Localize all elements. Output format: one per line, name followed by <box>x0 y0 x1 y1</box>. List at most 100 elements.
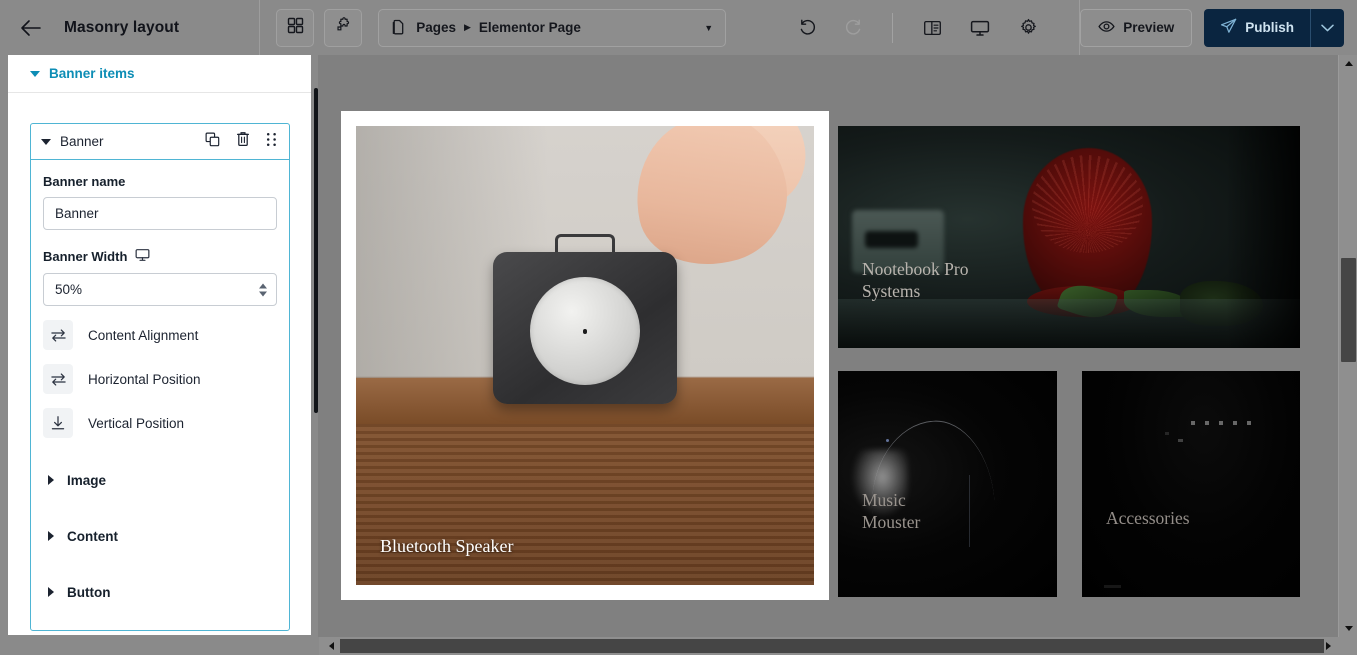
back-arrow-icon[interactable] <box>16 13 46 43</box>
breadcrumb-separator-icon: ▶ <box>463 22 471 32</box>
control-horizontal-position[interactable]: Horizontal Position <box>43 364 277 394</box>
canvas-vertical-scrollbar[interactable] <box>1338 55 1357 637</box>
fan-photo-illustration <box>838 126 1300 348</box>
breadcrumb-root[interactable]: Pages <box>416 20 456 35</box>
redo-icon <box>840 15 866 41</box>
banner-caption: Accessories <box>1106 508 1190 528</box>
banner-card-bluetooth-speaker[interactable]: Bluetooth Speaker <box>341 111 829 600</box>
desktop-monitor-icon[interactable] <box>967 15 993 41</box>
editor-canvas: Bluetooth Speaker Nootebook Pro Systems <box>319 55 1338 637</box>
scrollbar-corner <box>1338 637 1357 655</box>
repeater-item-header[interactable]: Banner <box>31 124 289 160</box>
breadcrumb-document-selector[interactable]: Pages ▶ Elementor Page ▼ <box>378 8 727 47</box>
banner-width-field <box>43 273 277 306</box>
stepper-down-icon[interactable] <box>259 291 267 296</box>
horizontal-scrollbar-thumb[interactable] <box>340 639 1324 653</box>
puzzle-addons-icon <box>335 16 352 39</box>
addons-button[interactable] <box>324 8 363 47</box>
triangle-up-icon <box>1344 61 1353 66</box>
sidebar-scrollbar-thumb[interactable] <box>314 88 318 413</box>
breadcrumb-current[interactable]: Elementor Page <box>479 20 581 35</box>
eye-icon <box>1098 19 1115 37</box>
gear-icon[interactable] <box>1015 15 1041 41</box>
caret-right-icon <box>48 531 54 541</box>
duplicate-icon[interactable] <box>205 132 220 152</box>
trash-icon[interactable] <box>236 131 250 152</box>
preview-button-label: Preview <box>1123 20 1175 35</box>
banner-width-input[interactable] <box>43 273 277 306</box>
editor-sidebar: Banner items Banner Banner name Banner B… <box>0 55 336 655</box>
scroll-left-arrow-icon[interactable] <box>323 637 340 655</box>
accordion-content[interactable]: Content <box>43 508 277 564</box>
banner-name-label-text: Banner name <box>43 174 126 189</box>
drag-handle-icon[interactable] <box>266 132 277 152</box>
page-title: Masonry layout <box>64 18 180 36</box>
triangle-down-icon <box>1344 626 1353 631</box>
view-controls <box>919 15 1041 41</box>
accordion-button[interactable]: Button <box>43 564 277 620</box>
undo-icon[interactable] <box>794 15 820 41</box>
control-vertical-position[interactable]: Vertical Position <box>43 408 277 438</box>
banner-width-label-text: Banner Width <box>43 249 128 264</box>
control-label: Content Alignment <box>88 327 199 343</box>
publish-options-dropdown[interactable] <box>1310 8 1344 47</box>
mouse-photo-illustration <box>838 371 1057 597</box>
banner-width-label: Banner Width <box>43 248 277 265</box>
sidebar-panel: Banner items Banner Banner name Banner B… <box>8 55 311 635</box>
canvas-horizontal-scrollbar[interactable] <box>319 637 1357 655</box>
toolbar-divider <box>892 12 894 43</box>
desktop-monitor-icon[interactable] <box>135 248 150 265</box>
banner-caption: Music Mouster <box>862 490 921 532</box>
scroll-down-arrow-icon[interactable] <box>1339 620 1357 637</box>
triangle-left-icon <box>329 642 334 650</box>
banner-width-stepper[interactable] <box>259 283 267 296</box>
arrow-down-line-icon <box>43 408 73 438</box>
banner-image-bluetooth-speaker: Bluetooth Speaker <box>356 126 814 585</box>
elementor-editor-window: Masonry layout Pages ▶ Elementor Page ▼ … <box>0 0 1357 655</box>
scroll-up-arrow-icon[interactable] <box>1339 55 1357 72</box>
masonry-grid: Bluetooth Speaker Nootebook Pro Systems <box>319 55 1338 637</box>
repeater-item-banner: Banner Banner name Banner Banner Width 5… <box>30 123 290 631</box>
widgets-panel-button[interactable] <box>276 8 315 47</box>
speaker-photo-illustration <box>356 126 814 585</box>
banner-caption: Nootebook Pro Systems <box>862 259 969 301</box>
toolbar-left-section: Masonry layout <box>0 0 261 55</box>
horizontal-swap-icon <box>43 364 73 394</box>
banner-card-nootebook-pro-systems[interactable]: Nootebook Pro Systems <box>838 126 1300 348</box>
caret-right-icon <box>48 587 54 597</box>
caret-down-icon <box>41 138 51 145</box>
triangle-right-icon <box>1326 642 1331 650</box>
accordion-label: Button <box>67 584 111 600</box>
bottom-left-filler <box>0 637 319 655</box>
accordion-image[interactable]: Image <box>43 452 277 508</box>
publish-button[interactable]: Publish <box>1204 8 1310 47</box>
repeater-item-title: Banner <box>60 134 104 149</box>
chevron-down-icon[interactable]: ▼ <box>704 23 713 33</box>
repeater-item-body: Banner name Banner Width <box>31 160 289 630</box>
accordion-label: Content <box>67 528 118 544</box>
horizontal-swap-icon <box>43 320 73 350</box>
banner-name-input[interactable] <box>43 197 277 230</box>
section-header-banner-items[interactable]: Banner items <box>8 55 311 93</box>
banner-card-accessories[interactable]: Accessories <box>1082 371 1300 597</box>
control-content-alignment[interactable]: Content Alignment <box>43 320 277 350</box>
caret-right-icon <box>48 475 54 485</box>
toolbar-middle-section: Pages ▶ Elementor Page ▼ <box>260 0 1081 55</box>
vertical-scrollbar-thumb[interactable] <box>1341 258 1356 362</box>
publish-button-group: Publish <box>1204 8 1344 47</box>
paper-plane-icon <box>1220 18 1237 37</box>
banner-caption: Bluetooth Speaker <box>380 536 514 556</box>
preview-button[interactable]: Preview <box>1080 8 1193 47</box>
document-icon <box>391 19 406 36</box>
layout-panel-icon[interactable] <box>919 15 945 41</box>
publish-button-label: Publish <box>1245 20 1294 35</box>
history-controls <box>794 15 866 41</box>
section-header-label: Banner items <box>49 66 135 81</box>
scroll-right-arrow-icon[interactable] <box>1320 637 1337 655</box>
repeater-item-actions <box>205 131 277 152</box>
banner-name-label: Banner name <box>43 174 277 189</box>
accessories-photo-illustration <box>1082 371 1300 597</box>
caret-down-icon <box>30 70 40 77</box>
banner-card-music-mouster[interactable]: Music Mouster <box>838 371 1057 597</box>
stepper-up-icon[interactable] <box>259 283 267 288</box>
